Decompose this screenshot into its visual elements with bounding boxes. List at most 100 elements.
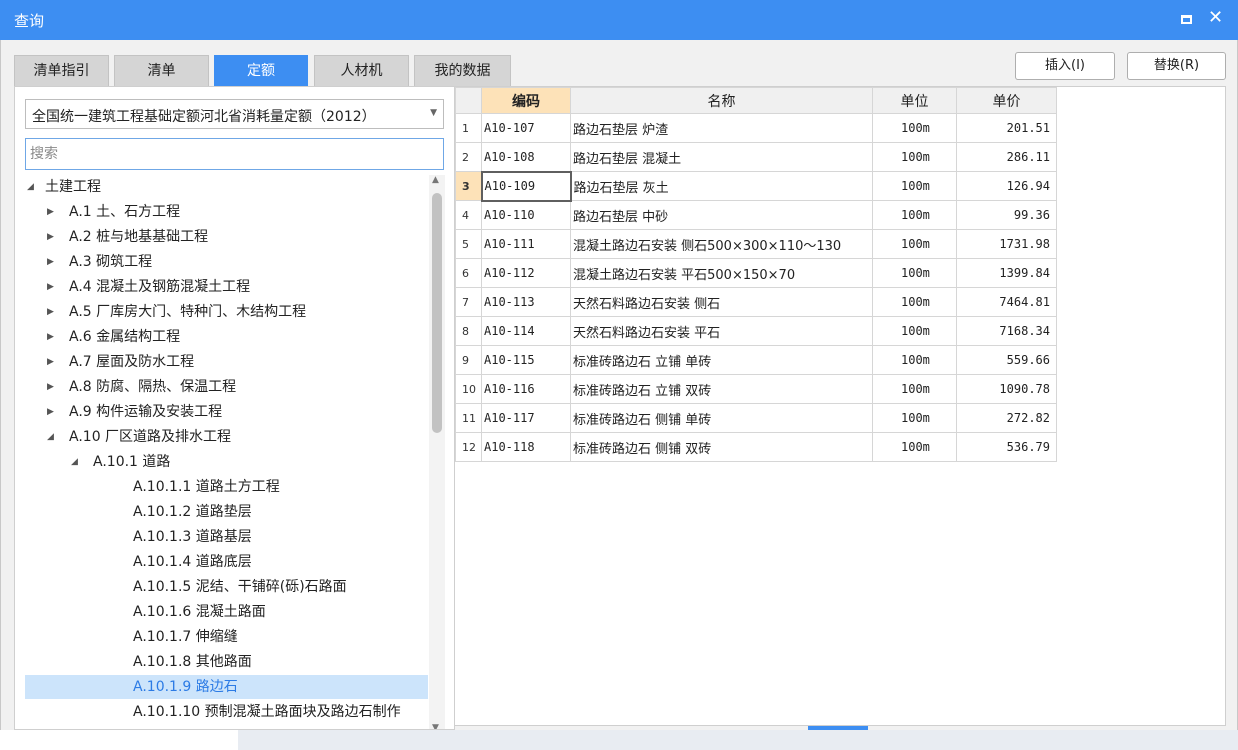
cell-unit[interactable]: 100m — [872, 316, 957, 346]
quota-library-select[interactable]: 全国统一建筑工程基础定额河北省消耗量定额（2012） ▼ — [25, 99, 444, 129]
tab-quota[interactable]: 定额 — [214, 55, 308, 86]
table-row[interactable]: 10 A10-116 标准砖路边石 立铺 双砖 100m 1090.78 — [455, 374, 1057, 404]
header-price[interactable]: 单价 — [956, 87, 1057, 114]
table-row[interactable]: 1 A10-107 路边石垫层 炉渣 100m 201.51 — [455, 113, 1057, 143]
cell-code[interactable]: A10-110 — [481, 200, 571, 230]
table-row[interactable]: 7 A10-113 天然石料路边石安装 侧石 100m 7464.81 — [455, 287, 1057, 317]
cell-unit[interactable]: 100m — [872, 200, 957, 230]
cell-unit[interactable]: 100m — [872, 403, 957, 433]
cell-unit[interactable]: 100m — [872, 258, 957, 288]
row-number[interactable]: 6 — [455, 258, 482, 288]
cell-price[interactable]: 559.66 — [956, 345, 1057, 375]
cell-name[interactable]: 路边石垫层 中砂 — [570, 200, 873, 230]
cell-price[interactable]: 126.94 — [956, 171, 1057, 201]
header-unit[interactable]: 单位 — [872, 87, 957, 114]
tab-labor-material[interactable]: 人材机 — [314, 55, 409, 86]
tab-bill-guide[interactable]: 清单指引 — [14, 55, 109, 86]
triangle-right-icon[interactable]: ▶ — [47, 350, 54, 374]
triangle-down-icon[interactable]: ◢ — [27, 175, 34, 199]
triangle-right-icon[interactable]: ▶ — [47, 325, 54, 349]
row-number[interactable]: 5 — [455, 229, 482, 259]
table-row[interactable]: 9 A10-115 标准砖路边石 立铺 单砖 100m 559.66 — [455, 345, 1057, 375]
cell-price[interactable]: 1731.98 — [956, 229, 1057, 259]
cell-name[interactable]: 标准砖路边石 立铺 单砖 — [570, 345, 873, 375]
triangle-right-icon[interactable]: ▶ — [47, 275, 54, 299]
cell-unit[interactable]: 100m — [872, 432, 957, 462]
cell-unit[interactable]: 100m — [872, 171, 957, 201]
header-name[interactable]: 名称 — [570, 87, 873, 114]
insert-button[interactable]: 插入(I) — [1015, 52, 1115, 80]
cell-code[interactable]: A10-109 — [480, 170, 572, 202]
table-row[interactable]: 8 A10-114 天然石料路边石安装 平石 100m 7168.34 — [455, 316, 1057, 346]
cell-unit[interactable]: 100m — [872, 229, 957, 259]
table-row[interactable]: 2 A10-108 路边石垫层 混凝土 100m 286.11 — [455, 142, 1057, 172]
triangle-down-icon[interactable]: ◢ — [47, 425, 54, 449]
cell-price[interactable]: 201.51 — [956, 113, 1057, 143]
tree-scrollbar[interactable]: ▲ ▼ — [429, 175, 445, 729]
row-number[interactable]: 9 — [455, 345, 482, 375]
scroll-down-icon[interactable]: ▼ — [432, 723, 439, 729]
cell-code[interactable]: A10-115 — [481, 345, 571, 375]
tab-bill[interactable]: 清单 — [114, 55, 209, 86]
triangle-right-icon[interactable]: ▶ — [47, 250, 54, 274]
triangle-right-icon[interactable]: ▶ — [47, 375, 54, 399]
row-number[interactable]: 8 — [455, 316, 482, 346]
cell-price[interactable]: 1399.84 — [956, 258, 1057, 288]
header-code[interactable]: 编码 — [481, 87, 571, 114]
triangle-right-icon[interactable]: ▶ — [47, 400, 54, 424]
cell-code[interactable]: A10-107 — [481, 113, 571, 143]
table-row[interactable]: 11 A10-117 标准砖路边石 侧铺 单砖 100m 272.82 — [455, 403, 1057, 433]
cell-price[interactable]: 1090.78 — [956, 374, 1057, 404]
maximize-icon[interactable] — [1180, 12, 1194, 26]
cell-name[interactable]: 天然石料路边石安装 平石 — [570, 316, 873, 346]
row-number[interactable]: 4 — [455, 200, 482, 230]
scrollbar-thumb[interactable] — [432, 193, 442, 433]
tab-my-data[interactable]: 我的数据 — [414, 55, 511, 86]
cell-name[interactable]: 标准砖路边石 侧铺 单砖 — [570, 403, 873, 433]
row-number[interactable]: 7 — [455, 287, 482, 317]
table-row[interactable]: 12 A10-118 标准砖路边石 侧铺 双砖 100m 536.79 — [455, 432, 1057, 462]
cell-price[interactable]: 272.82 — [956, 403, 1057, 433]
replace-button[interactable]: 替换(R) — [1127, 52, 1226, 80]
cell-name[interactable]: 标准砖路边石 侧铺 双砖 — [570, 432, 873, 462]
row-number[interactable]: 11 — [455, 403, 482, 433]
table-row[interactable]: 6 A10-112 混凝土路边石安装 平石500×150×70 100m 1399.84 — [455, 258, 1057, 288]
cell-name[interactable]: 标准砖路边石 立铺 双砖 — [570, 374, 873, 404]
table-row[interactable]: 5 A10-111 混凝土路边石安装 侧石500×300×110～130 100m 17… — [455, 229, 1057, 259]
cell-name[interactable]: 路边石垫层 混凝土 — [570, 142, 873, 172]
close-icon[interactable]: ✕ — [1208, 8, 1223, 28]
row-number[interactable]: 12 — [455, 432, 482, 462]
row-number[interactable]: 1 — [455, 113, 482, 143]
cell-code[interactable]: A10-113 — [481, 287, 571, 317]
table-row[interactable]: 3 A10-109 路边石垫层 灰土 100m 126.94 — [455, 170, 1057, 202]
cell-code[interactable]: A10-117 — [481, 403, 571, 433]
cell-price[interactable]: 286.11 — [956, 142, 1057, 172]
cell-name[interactable]: 混凝土路边石安装 平石500×150×70 — [570, 258, 873, 288]
table-row[interactable]: 4 A10-110 路边石垫层 中砂 100m 99.36 — [455, 200, 1057, 230]
cell-code[interactable]: A10-118 — [481, 432, 571, 462]
cell-price[interactable]: 99.36 — [956, 200, 1057, 230]
row-number[interactable]: 10 — [455, 374, 482, 404]
cell-code[interactable]: A10-112 — [481, 258, 571, 288]
cell-unit[interactable]: 100m — [872, 287, 957, 317]
cell-name[interactable]: 天然石料路边石安装 侧石 — [570, 287, 873, 317]
tree-item-selected[interactable]: A.10.1.9 路边石 — [25, 675, 428, 699]
row-number[interactable]: 2 — [455, 142, 482, 172]
cell-unit[interactable]: 100m — [872, 113, 957, 143]
cell-code[interactable]: A10-108 — [481, 142, 571, 172]
search-input[interactable] — [25, 138, 444, 170]
cell-price[interactable]: 536.79 — [956, 432, 1057, 462]
cell-unit[interactable]: 100m — [872, 142, 957, 172]
cell-code[interactable]: A10-114 — [481, 316, 571, 346]
cell-price[interactable]: 7168.34 — [956, 316, 1057, 346]
cell-name[interactable]: 路边石垫层 炉渣 — [570, 113, 873, 143]
cell-price[interactable]: 7464.81 — [956, 287, 1057, 317]
cell-code[interactable]: A10-111 — [481, 229, 571, 259]
triangle-right-icon[interactable]: ▶ — [47, 300, 54, 324]
triangle-right-icon[interactable]: ▶ — [47, 200, 54, 224]
cell-unit[interactable]: 100m — [872, 374, 957, 404]
cell-code[interactable]: A10-116 — [481, 374, 571, 404]
scroll-up-icon[interactable]: ▲ — [432, 175, 439, 185]
triangle-right-icon[interactable]: ▶ — [47, 225, 54, 249]
cell-unit[interactable]: 100m — [872, 345, 957, 375]
